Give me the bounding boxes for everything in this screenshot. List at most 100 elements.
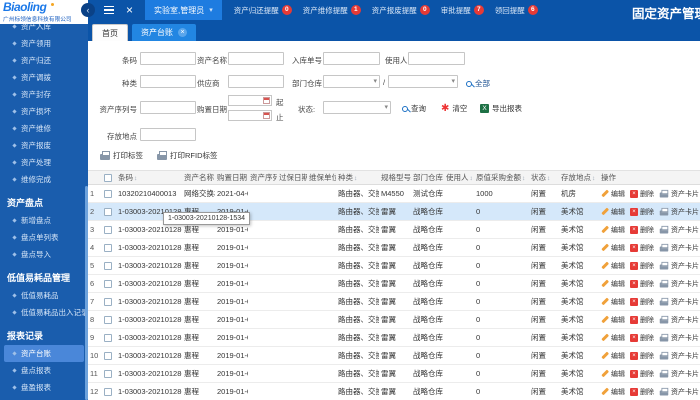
sidebar-item-资产报废[interactable]: 资产报废 — [0, 137, 88, 154]
row-checkbox[interactable] — [104, 226, 112, 234]
calendar-icon[interactable] — [263, 112, 270, 119]
资产卡片-action-button[interactable]: 资产卡片 — [659, 351, 699, 361]
category-input[interactable] — [140, 75, 196, 88]
status-select[interactable] — [323, 101, 391, 114]
row-checkbox[interactable] — [104, 316, 112, 324]
删除-action-button[interactable]: × 删除 — [630, 207, 654, 217]
notification-link[interactable]: 资产归还提醒 0 — [234, 5, 292, 16]
header-date[interactable]: 购置日期↕ — [215, 170, 248, 185]
资产卡片-action-button[interactable]: 资产卡片 — [659, 387, 699, 397]
删除-action-button[interactable]: × 删除 — [630, 189, 654, 199]
编辑-action-button[interactable]: 编辑 — [601, 369, 625, 379]
sidebar-item-盘点导入[interactable]: 盘点导入 — [0, 246, 88, 263]
export-report-button[interactable]: X 导出报表 — [480, 103, 522, 114]
tab-home[interactable]: 首页 — [92, 24, 128, 41]
删除-action-button[interactable]: × 删除 — [630, 387, 654, 397]
资产卡片-action-button[interactable]: 资产卡片 — [659, 261, 699, 271]
user-input[interactable] — [408, 52, 465, 65]
sort-icon[interactable]: ↕ — [592, 175, 595, 182]
sidebar-item-盘点单列表[interactable]: 盘点单列表 — [0, 229, 88, 246]
资产卡片-action-button[interactable]: 资产卡片 — [659, 225, 699, 235]
删除-action-button[interactable]: × 删除 — [630, 243, 654, 253]
编辑-action-button[interactable]: 编辑 — [601, 225, 625, 235]
sort-icon[interactable]: ↕ — [134, 175, 137, 182]
collapse-sidebar-button[interactable]: ‹ — [81, 3, 95, 17]
header-amount[interactable]: 原值采购金额↕ — [474, 170, 529, 185]
row-checkbox[interactable] — [104, 352, 112, 360]
header-user[interactable]: 使用人↕ — [444, 170, 474, 185]
notification-link[interactable]: 领回提醒 6 — [495, 5, 538, 16]
sidebar-item-资产处理[interactable]: 资产处理 — [0, 154, 88, 171]
sidebar-item-低值易耗品[interactable]: 低值易耗品 — [0, 287, 88, 304]
资产卡片-action-button[interactable]: 资产卡片 — [659, 189, 699, 199]
header-warehouse[interactable]: 部门仓库↕ — [411, 170, 444, 185]
row-checkbox[interactable] — [104, 298, 112, 306]
资产卡片-action-button[interactable]: 资产卡片 — [659, 207, 699, 217]
select-all-checkbox[interactable] — [104, 174, 112, 182]
资产卡片-action-button[interactable]: 资产卡片 — [659, 315, 699, 325]
notification-link[interactable]: 审批提醒 7 — [441, 5, 484, 16]
print-rfid-label-button[interactable]: 打印RFID标签 — [157, 150, 218, 161]
row-checkbox[interactable] — [104, 388, 112, 396]
header-expire[interactable]: 过保日期↕ — [277, 170, 307, 185]
sidebar-item-盘盈报表[interactable]: 盘盈报表 — [0, 379, 88, 396]
tab-asset-ledger[interactable]: 资产台账 × — [132, 24, 196, 41]
row-checkbox[interactable] — [104, 208, 112, 216]
row-checkbox[interactable] — [104, 262, 112, 270]
query-button[interactable]: 查询 — [402, 103, 426, 114]
dept-select[interactable] — [323, 75, 380, 88]
sort-icon[interactable]: ↕ — [470, 175, 473, 182]
sidebar-item-资产封存[interactable]: 资产封存 — [0, 86, 88, 103]
资产卡片-action-button[interactable]: 资产卡片 — [659, 333, 699, 343]
clear-button[interactable]: ✱ 清空 — [441, 103, 467, 114]
inbound-no-input[interactable] — [323, 52, 380, 65]
sidebar-item-维修完成[interactable]: 维修完成 — [0, 171, 88, 188]
删除-action-button[interactable]: × 删除 — [630, 225, 654, 235]
sort-icon[interactable]: ↕ — [354, 175, 357, 182]
row-checkbox[interactable] — [104, 244, 112, 252]
删除-action-button[interactable]: × 删除 — [630, 333, 654, 343]
row-checkbox[interactable] — [104, 370, 112, 378]
sort-icon[interactable]: ↕ — [547, 175, 550, 182]
calendar-icon[interactable] — [263, 97, 270, 104]
row-checkbox[interactable] — [104, 190, 112, 198]
编辑-action-button[interactable]: 编辑 — [601, 189, 625, 199]
删除-action-button[interactable]: × 删除 — [630, 297, 654, 307]
sidebar-item-资产损坏[interactable]: 资产损坏 — [0, 103, 88, 120]
删除-action-button[interactable]: × 删除 — [630, 261, 654, 271]
sidebar-item-低值易耗品出入记录[interactable]: 低值易耗品出入记录 — [0, 304, 88, 321]
资产卡片-action-button[interactable]: 资产卡片 — [659, 279, 699, 289]
search-all-button[interactable]: 全部 — [466, 78, 490, 89]
header-name[interactable]: 资产名称↕ — [182, 170, 215, 185]
purchase-date-to-input[interactable] — [228, 110, 272, 121]
编辑-action-button[interactable]: 编辑 — [601, 297, 625, 307]
sort-icon[interactable]: ↕ — [522, 175, 525, 182]
资产卡片-action-button[interactable]: 资产卡片 — [659, 369, 699, 379]
编辑-action-button[interactable]: 编辑 — [601, 279, 625, 289]
notification-link[interactable]: 资产维修提醒 1 — [303, 5, 361, 16]
header-vendor[interactable]: 维保单位↕ — [307, 170, 336, 185]
sidebar-item-新增盘点[interactable]: 新增盘点 — [0, 212, 88, 229]
资产卡片-action-button[interactable]: 资产卡片 — [659, 297, 699, 307]
header-barcode[interactable]: 条码↕ — [116, 170, 182, 185]
编辑-action-button[interactable]: 编辑 — [601, 351, 625, 361]
sidebar-item-资产归还[interactable]: 资产归还 — [0, 52, 88, 69]
location-input[interactable] — [140, 128, 196, 141]
notification-link[interactable]: 资产报废提醒 0 — [372, 5, 430, 16]
barcode-input[interactable] — [140, 52, 196, 65]
sidebar-item-盘点报表[interactable]: 盘点报表 — [0, 362, 88, 379]
sidebar-item-资产调拨[interactable]: 资产调拨 — [0, 69, 88, 86]
编辑-action-button[interactable]: 编辑 — [601, 333, 625, 343]
close-icon[interactable]: × — [126, 4, 133, 16]
print-label-button[interactable]: 打印标签 — [100, 150, 143, 161]
serial-input[interactable] — [140, 101, 196, 114]
删除-action-button[interactable]: × 删除 — [630, 369, 654, 379]
sidebar-item-资产维修[interactable]: 资产维修 — [0, 120, 88, 137]
删除-action-button[interactable]: × 删除 — [630, 351, 654, 361]
编辑-action-button[interactable]: 编辑 — [601, 315, 625, 325]
header-location[interactable]: 存放地点↕ — [559, 170, 599, 185]
menu-toggle-icon[interactable] — [104, 5, 114, 15]
purchase-date-from-input[interactable] — [228, 95, 272, 106]
header-status[interactable]: 状态↕ — [529, 170, 559, 185]
sidebar-item-资产领用[interactable]: 资产领用 — [0, 35, 88, 52]
